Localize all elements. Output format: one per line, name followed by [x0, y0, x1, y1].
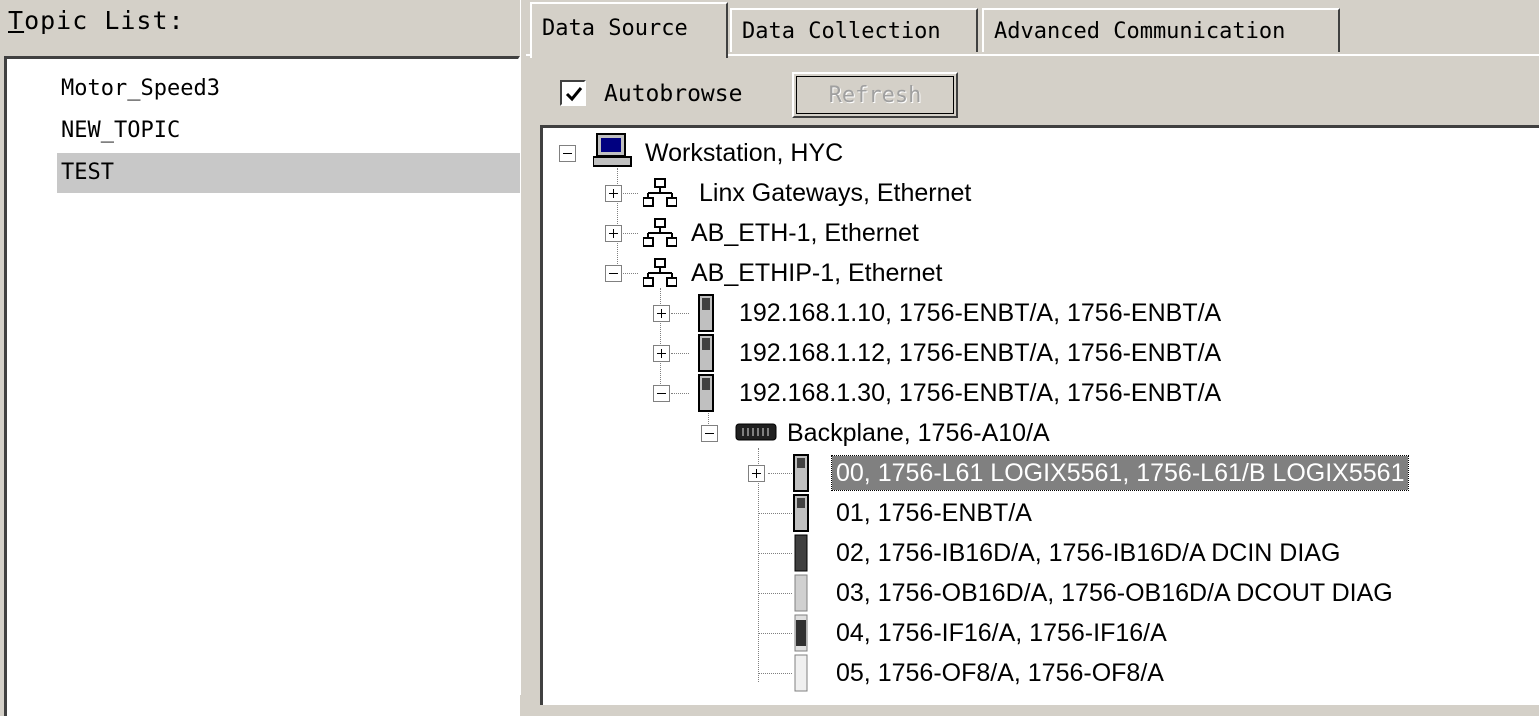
- tree-connector: [671, 393, 689, 394]
- refresh-button[interactable]: Refresh: [792, 72, 958, 118]
- autobrowse-checkbox[interactable]: [560, 80, 586, 106]
- tree-node-backplane[interactable]: Backplane, 1756-A10/A: [787, 416, 1050, 450]
- tree-node-ab-ethip-1[interactable]: AB_ETHIP-1, Ethernet: [691, 256, 943, 290]
- ethernet-module-icon: [698, 294, 714, 332]
- tree-connector: [758, 633, 792, 634]
- autobrowse-label: Autobrowse: [604, 81, 743, 107]
- collapse-toggle[interactable]: [559, 145, 576, 162]
- expand-toggle[interactable]: [605, 185, 622, 202]
- ethernet-module-icon: [698, 334, 714, 372]
- tree-node-host-12[interactable]: 192.168.1.12, 1756-ENBT/A, 1756-ENBT/A: [739, 336, 1221, 370]
- tree-node-slot-03[interactable]: 03, 1756-OB16D/A, 1756-OB16D/A DCOUT DIA…: [836, 576, 1393, 610]
- tree-connector: [768, 473, 792, 474]
- topic-list[interactable]: Motor_Speed3 NEW_TOPIC TEST: [4, 56, 523, 716]
- ethernet-module-icon: [793, 494, 809, 532]
- analog-input-module-icon: [794, 614, 808, 652]
- tree-connector: [758, 513, 792, 514]
- tree-node-linx-gateways[interactable]: Linx Gateways, Ethernet: [699, 176, 971, 210]
- analog-output-module-icon: [794, 654, 808, 692]
- tree-connector: [671, 353, 689, 354]
- tree-node-host-30[interactable]: 192.168.1.30, 1756-ENBT/A, 1756-ENBT/A: [739, 376, 1221, 410]
- topic-item-new-topic[interactable]: NEW_TOPIC: [57, 111, 523, 151]
- tree-connector: [758, 553, 792, 554]
- input-module-icon: [794, 534, 808, 572]
- topic-item-test[interactable]: TEST: [57, 153, 523, 193]
- tree-connector: [758, 593, 792, 594]
- tree-node-slot-01[interactable]: 01, 1756-ENBT/A: [836, 496, 1032, 530]
- collapse-toggle[interactable]: [653, 385, 670, 402]
- expand-toggle[interactable]: [653, 305, 670, 322]
- tree-node-ab-eth-1[interactable]: AB_ETH-1, Ethernet: [691, 216, 919, 250]
- tab-data-collection[interactable]: Data Collection: [730, 8, 978, 52]
- tree-node-slot-00[interactable]: 00, 1756-L61 LOGIX5561, 1756-L61/B LOGIX…: [830, 455, 1410, 491]
- topic-item-motor-speed3[interactable]: Motor_Speed3: [57, 69, 523, 109]
- network-icon: [643, 258, 677, 287]
- workstation-icon: [593, 133, 632, 167]
- checkmark-icon: [565, 87, 583, 102]
- expand-toggle[interactable]: [653, 345, 670, 362]
- tree-connector: [671, 313, 689, 314]
- controller-module-icon: [793, 454, 809, 492]
- collapse-toggle[interactable]: [701, 425, 718, 442]
- panel-splitter[interactable]: [520, 0, 525, 695]
- tab-data-source[interactable]: Data Source: [530, 2, 728, 58]
- tree-connector: [758, 448, 759, 682]
- expand-toggle[interactable]: [605, 225, 622, 242]
- tree-node-slot-05[interactable]: 05, 1756-OF8/A, 1756-OF8/A: [836, 656, 1164, 690]
- backplane-icon: [735, 423, 777, 441]
- tree-node-slot-04[interactable]: 04, 1756-IF16/A, 1756-IF16/A: [836, 616, 1167, 650]
- network-icon: [643, 178, 677, 207]
- ethernet-module-icon: [698, 374, 714, 412]
- topic-list-label: Topic List:: [8, 6, 185, 35]
- tree-node-host-10[interactable]: 192.168.1.10, 1756-ENBT/A, 1756-ENBT/A: [739, 296, 1221, 330]
- tree-node-workstation[interactable]: Workstation, HYC: [645, 136, 843, 170]
- network-icon: [643, 218, 677, 247]
- topology-tree[interactable]: Workstation, HYC Linx Gateways, Ethernet…: [540, 125, 1539, 705]
- collapse-toggle[interactable]: [605, 265, 622, 282]
- output-module-icon: [794, 574, 808, 612]
- tree-connector: [758, 673, 792, 674]
- tab-advanced-communication[interactable]: Advanced Communication: [982, 8, 1340, 52]
- expand-toggle[interactable]: [748, 465, 765, 482]
- tree-node-slot-02[interactable]: 02, 1756-IB16D/A, 1756-IB16D/A DCIN DIAG: [836, 536, 1340, 570]
